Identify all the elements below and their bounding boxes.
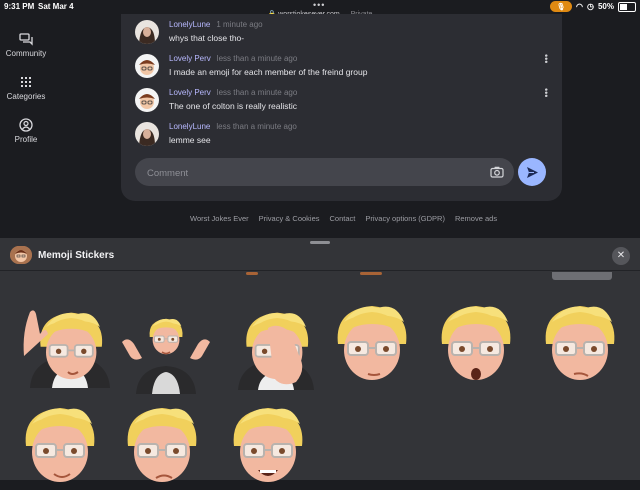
comment-box <box>135 158 514 186</box>
memoji-app-icon <box>10 246 32 264</box>
close-icon: ✕ <box>616 250 626 261</box>
comment-text: The one of colton is really realistic <box>169 101 298 111</box>
sidebar-item-label: Categories <box>6 92 46 101</box>
sticker-row-peek <box>552 272 612 280</box>
comment-author[interactable]: Lovely Perv less than a minute ago <box>169 88 297 97</box>
sticker-row-peek <box>246 272 258 275</box>
sheet-grabber[interactable] <box>310 241 330 244</box>
comment-author-name: Lovely Perv <box>169 54 211 63</box>
memoji-sticker-surprised[interactable] <box>430 296 526 388</box>
mic-indicator-icon: 🎙 <box>550 1 573 12</box>
sidebar-item-label: Profile <box>14 135 38 144</box>
avatar[interactable] <box>135 88 159 112</box>
sidebar-item-community[interactable]: Community <box>0 32 52 58</box>
footer-link-home[interactable]: Worst Jokes Ever <box>190 214 249 223</box>
comment-timestamp: less than a minute ago <box>216 122 297 131</box>
memoji-sticker-sheet: Memoji Stickers ✕ <box>0 238 640 483</box>
comment-menu-icon[interactable]: ••• <box>541 54 551 63</box>
sidebar-item-label: Community <box>5 49 47 58</box>
memoji-sticker-waving[interactable] <box>22 296 118 388</box>
chat-icon <box>19 33 33 46</box>
battery-percent: 50% <box>597 2 614 11</box>
wifi-icon: ◠ <box>576 2 583 11</box>
memoji-sticker-neutral[interactable] <box>326 296 422 388</box>
comment-author[interactable]: LonelyLune less than a minute ago <box>169 122 297 131</box>
footer-link-contact[interactable]: Contact <box>330 214 356 223</box>
sheet-header: Memoji Stickers <box>10 246 114 264</box>
footer-links: Worst Jokes Ever Privacy & Cookies Conta… <box>190 214 497 223</box>
comment-author-name: Lovely Perv <box>169 88 211 97</box>
footer-link-privacy[interactable]: Privacy & Cookies <box>259 214 320 223</box>
status-bar: 9:31 PM Sat Mar 4 ••• 🔒 worstjokesever.c… <box>0 0 640 18</box>
sheet-title: Memoji Stickers <box>38 249 115 261</box>
avatar[interactable] <box>135 122 159 146</box>
camera-icon[interactable] <box>490 165 504 179</box>
divider <box>0 270 640 271</box>
comment-input[interactable] <box>145 164 479 182</box>
comment-timestamp: 1 minute ago <box>216 20 263 29</box>
more-dots-icon[interactable]: ••• <box>313 0 325 10</box>
memoji-sticker-shrugging[interactable] <box>118 302 214 394</box>
person-icon <box>19 118 33 132</box>
comment-menu-icon[interactable]: ••• <box>541 88 551 97</box>
avatar[interactable] <box>135 54 159 78</box>
comment-author[interactable]: Lovely Perv less than a minute ago <box>169 54 297 63</box>
sticker-row-peek <box>360 272 382 275</box>
footer-link-remove-ads[interactable]: Remove ads <box>455 214 497 223</box>
comment-text: I made an emoji for each member of the f… <box>169 67 368 77</box>
comments-panel: LonelyLune 1 minute ago whys that close t… <box>121 14 562 201</box>
memoji-sticker-facepalm[interactable] <box>228 298 324 390</box>
comment-author-name: LonelyLune <box>169 122 211 131</box>
send-icon <box>526 166 538 178</box>
comment-timestamp: less than a minute ago <box>216 88 298 97</box>
footer-link-gdpr[interactable]: Privacy options (GDPR) <box>365 214 445 223</box>
avatar[interactable] <box>135 20 159 44</box>
comment-text: lemme see <box>169 135 211 145</box>
memoji-sticker-grinning[interactable] <box>222 398 318 490</box>
comment-author[interactable]: LonelyLune 1 minute ago <box>169 20 263 29</box>
comment-timestamp: less than a minute ago <box>216 54 298 63</box>
sidebar-item-profile[interactable]: Profile <box>0 118 52 144</box>
grid-icon <box>21 77 31 87</box>
send-button[interactable] <box>518 158 546 186</box>
comment-text: whys that close tho- <box>169 33 245 43</box>
alarm-icon: ◷ <box>587 2 594 11</box>
close-button[interactable]: ✕ <box>612 247 630 265</box>
memoji-sticker-smug[interactable] <box>534 296 630 388</box>
sidebar-item-categories[interactable]: Categories <box>0 75 52 101</box>
memoji-sticker-frowning[interactable] <box>116 398 212 490</box>
comment-author-name: LonelyLune <box>169 20 211 29</box>
memoji-sticker-winking[interactable] <box>14 398 110 490</box>
battery-icon <box>618 1 636 12</box>
